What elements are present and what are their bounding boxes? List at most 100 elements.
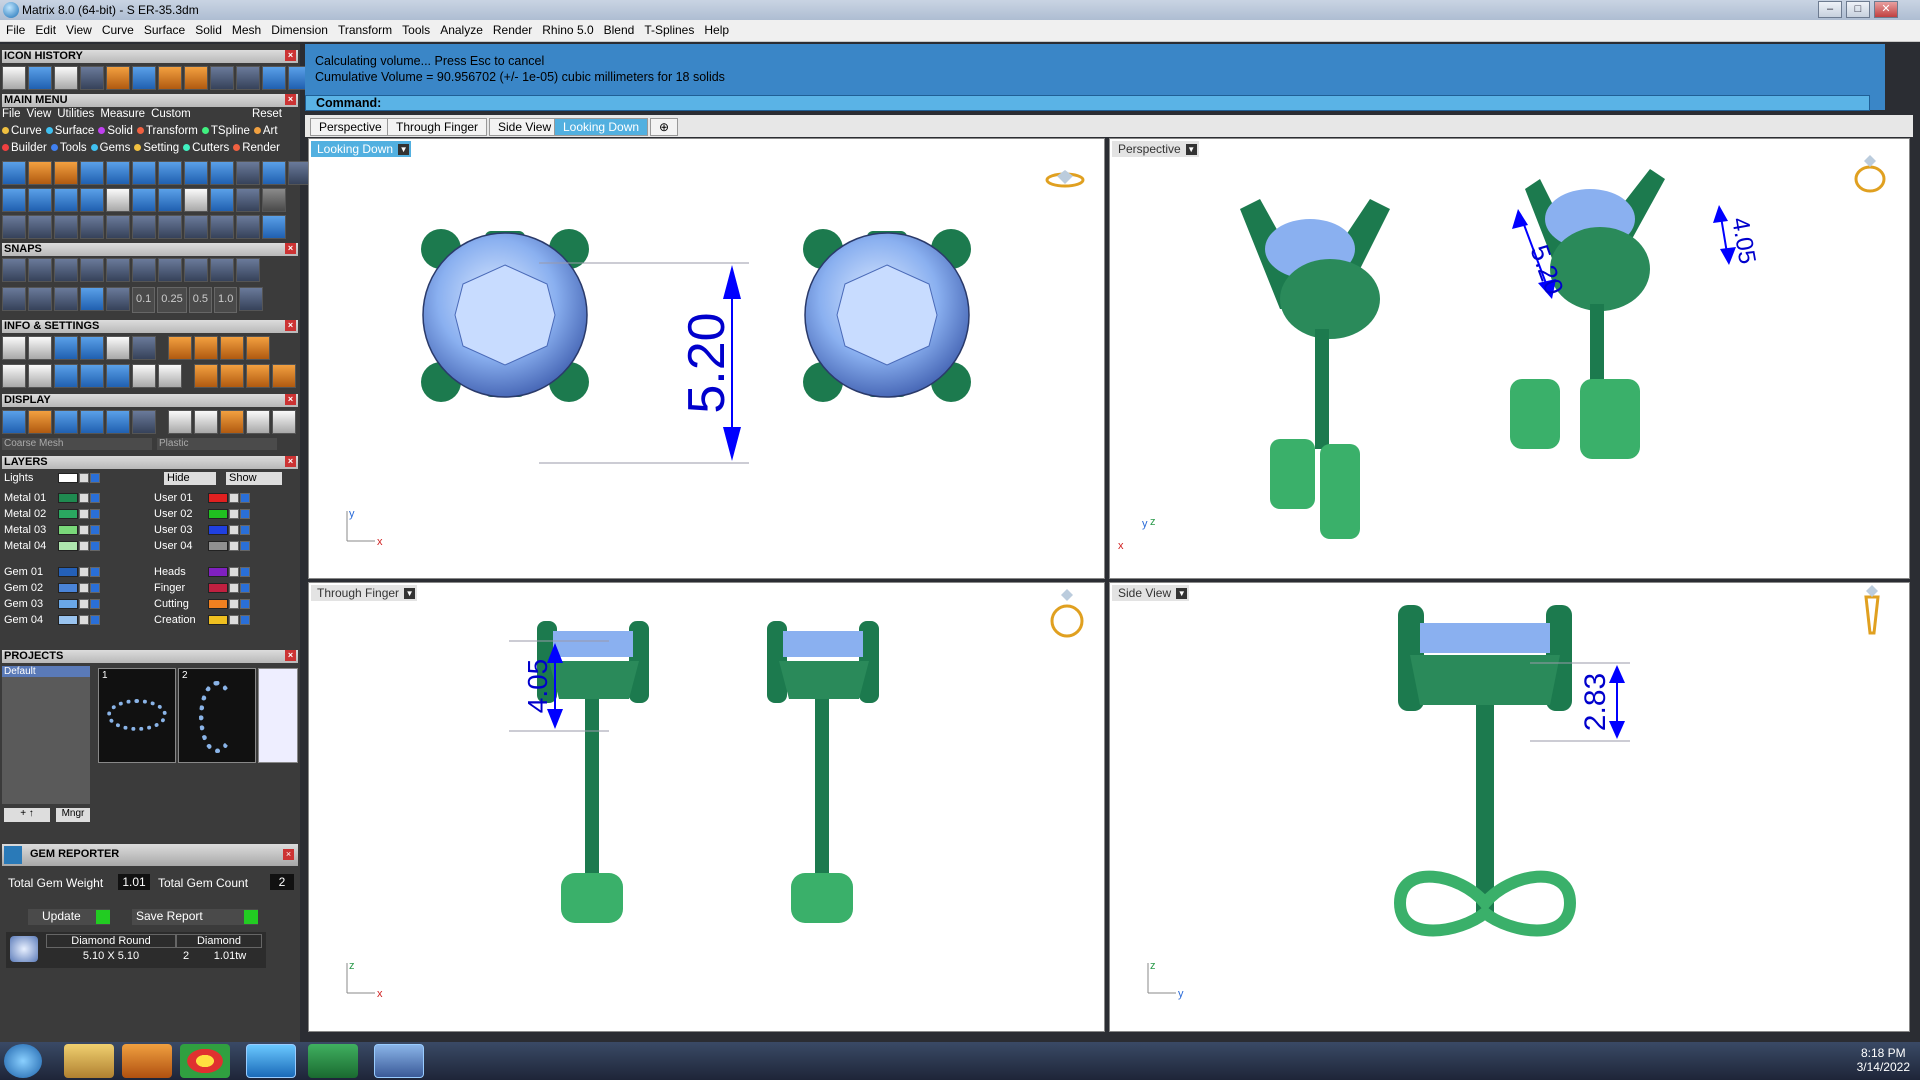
tool-icon[interactable] bbox=[2, 215, 26, 239]
tool-icon[interactable] bbox=[168, 336, 192, 360]
tool-icon[interactable] bbox=[272, 364, 296, 388]
lock-icon[interactable] bbox=[79, 583, 89, 594]
menu-render[interactable]: Render bbox=[487, 20, 536, 37]
layer-row[interactable]: User 04 bbox=[154, 540, 250, 554]
tab-through-finger[interactable]: Through Finger bbox=[387, 118, 488, 136]
close-icon[interactable]: × bbox=[285, 50, 296, 61]
menu-transform[interactable]: Transform bbox=[332, 20, 396, 37]
mm-view[interactable]: View bbox=[27, 108, 52, 120]
display-icon[interactable] bbox=[132, 410, 156, 434]
close-icon[interactable]: × bbox=[285, 320, 296, 331]
close-icon[interactable]: × bbox=[285, 243, 296, 254]
visibility-icon[interactable] bbox=[240, 525, 250, 536]
tab-side-view[interactable]: Side View bbox=[489, 118, 561, 136]
snap-icon[interactable] bbox=[80, 258, 104, 282]
snap-icon[interactable] bbox=[184, 258, 208, 282]
tool-icon[interactable] bbox=[262, 161, 286, 185]
minimize-button[interactable]: – bbox=[1818, 1, 1842, 18]
tool-icon[interactable] bbox=[28, 188, 52, 212]
menu-edit[interactable]: Edit bbox=[29, 20, 60, 37]
visibility-icon[interactable] bbox=[90, 509, 100, 520]
tool-icon[interactable] bbox=[220, 336, 244, 360]
close-button[interactable]: ✕ bbox=[1874, 1, 1898, 18]
layer-row[interactable]: Gem 03 bbox=[4, 598, 100, 612]
start-button[interactable] bbox=[4, 1044, 42, 1078]
layer-color-swatch[interactable] bbox=[208, 615, 228, 626]
clock-date[interactable]: 3/14/2022 bbox=[1857, 1060, 1910, 1074]
cat-render[interactable]: Render bbox=[233, 142, 280, 154]
visibility-icon[interactable] bbox=[90, 599, 100, 610]
tool-icon[interactable] bbox=[158, 66, 182, 90]
tool-icon[interactable] bbox=[184, 188, 208, 212]
tool-icon[interactable] bbox=[132, 66, 156, 90]
lock-icon[interactable] bbox=[229, 615, 239, 626]
project-default[interactable]: Default bbox=[2, 666, 90, 677]
close-icon[interactable]: × bbox=[285, 394, 296, 405]
cat-setting[interactable]: Setting bbox=[134, 142, 179, 154]
tool-icon[interactable] bbox=[80, 161, 104, 185]
layer-row[interactable]: Creation bbox=[154, 614, 250, 628]
tool-icon[interactable] bbox=[80, 215, 104, 239]
add-tab-button[interactable]: ⊕ bbox=[650, 118, 679, 136]
tool-icon[interactable] bbox=[106, 364, 130, 388]
layer-row[interactable]: Gem 02 bbox=[4, 582, 100, 596]
material-icon[interactable] bbox=[272, 410, 296, 434]
visibility-icon[interactable] bbox=[90, 493, 100, 504]
cat-transform[interactable]: Transform bbox=[136, 125, 198, 137]
viewport-through-finger[interactable]: Through Finger ▼ 4.05 z x bbox=[308, 582, 1105, 1032]
tool-icon[interactable] bbox=[194, 336, 218, 360]
layer-color-swatch[interactable] bbox=[208, 525, 228, 536]
tab-perspective[interactable]: Perspective bbox=[310, 118, 391, 136]
save-report-button[interactable]: Save Report bbox=[132, 909, 258, 925]
tool-icon[interactable] bbox=[80, 364, 104, 388]
tool-icon[interactable] bbox=[184, 161, 208, 185]
cat-tools[interactable]: Tools bbox=[50, 142, 87, 154]
tool-icon[interactable] bbox=[236, 66, 260, 90]
snap-icon[interactable] bbox=[106, 258, 130, 282]
layer-color-swatch[interactable] bbox=[208, 541, 228, 552]
tool-icon[interactable] bbox=[158, 188, 182, 212]
explorer-taskbar-icon[interactable] bbox=[64, 1044, 114, 1078]
tool-icon[interactable] bbox=[2, 66, 26, 90]
tool-icon[interactable] bbox=[158, 215, 182, 239]
maximize-button[interactable]: □ bbox=[1846, 1, 1870, 18]
layer-row[interactable]: Metal 04 bbox=[4, 540, 100, 554]
layer-row[interactable]: Gem 04 bbox=[4, 614, 100, 628]
snap-icon[interactable] bbox=[28, 287, 52, 311]
edit-icon[interactable] bbox=[106, 336, 130, 360]
cat-solid[interactable]: Solid bbox=[98, 125, 133, 137]
tool-icon[interactable] bbox=[236, 215, 260, 239]
tool-icon[interactable] bbox=[210, 188, 234, 212]
snap-icon[interactable] bbox=[210, 258, 234, 282]
layer-color-swatch[interactable] bbox=[58, 473, 78, 484]
cat-art[interactable]: Art bbox=[253, 125, 278, 137]
tool-icon[interactable] bbox=[80, 336, 104, 360]
layer-color-swatch[interactable] bbox=[58, 525, 78, 536]
project-add-buttons[interactable]: + ↑ bbox=[4, 808, 50, 822]
cat-tspline[interactable]: TSpline bbox=[201, 125, 250, 137]
mngr-button[interactable]: Mngr bbox=[56, 808, 90, 822]
visibility-icon[interactable] bbox=[240, 583, 250, 594]
tool-icon[interactable] bbox=[28, 215, 52, 239]
search-icon[interactable] bbox=[28, 336, 52, 360]
snap-value-1-0[interactable]: 1.0 bbox=[214, 287, 238, 313]
tool-icon[interactable] bbox=[210, 161, 234, 185]
material-icon[interactable] bbox=[246, 410, 270, 434]
update-button[interactable]: Update bbox=[28, 909, 110, 925]
tool-icon[interactable] bbox=[54, 66, 78, 90]
close-icon[interactable]: × bbox=[285, 94, 296, 105]
layer-color-swatch[interactable] bbox=[58, 567, 78, 578]
tool-icon[interactable] bbox=[132, 188, 156, 212]
layer-lights[interactable]: Lights bbox=[4, 472, 100, 486]
media-player-taskbar-icon[interactable] bbox=[122, 1044, 172, 1078]
material-icon[interactable] bbox=[168, 410, 192, 434]
layer-row[interactable]: Finger bbox=[154, 582, 250, 596]
layer-color-swatch[interactable] bbox=[208, 567, 228, 578]
viewport-looking-down[interactable]: Looking Down ▼ 5.20 y x bbox=[308, 138, 1105, 579]
mm-file[interactable]: File bbox=[2, 108, 21, 120]
sphere-icon[interactable] bbox=[54, 410, 78, 434]
grid-icon[interactable] bbox=[2, 287, 26, 311]
tool-icon[interactable] bbox=[158, 161, 182, 185]
tool-icon[interactable] bbox=[184, 66, 208, 90]
display-icon[interactable] bbox=[28, 410, 52, 434]
